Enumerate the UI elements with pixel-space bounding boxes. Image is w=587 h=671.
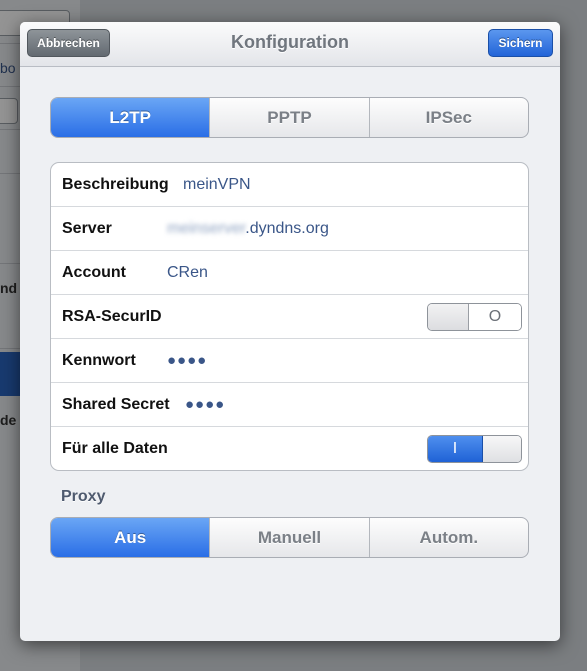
row-label: RSA-SecurID <box>62 308 162 325</box>
row-rsa-securid: RSA-SecurID O <box>51 295 528 339</box>
row-shared-secret[interactable]: Shared Secret ●●●● <box>51 383 528 427</box>
configuration-modal: Abbrechen Konfiguration Sichern L2TP PPT… <box>20 22 560 641</box>
segment-autom[interactable]: Autom. <box>368 518 528 557</box>
switch-knob <box>428 304 469 330</box>
fuer-alle-daten-switch[interactable]: I <box>427 435 522 463</box>
server-domain: .dyndns.org <box>245 220 329 237</box>
segment-ipsec[interactable]: IPSec <box>368 98 528 137</box>
proxy-segmented-control: Aus Manuell Autom. <box>50 517 529 558</box>
beschreibung-field[interactable]: meinVPN <box>183 176 251 194</box>
row-label: Account <box>62 264 126 281</box>
row-server[interactable]: Server meinserver.dyndns.org <box>51 207 528 251</box>
switch-knob <box>483 436 521 462</box>
proxy-section-label: Proxy <box>61 488 106 505</box>
modal-navbar: Abbrechen Konfiguration Sichern <box>20 22 560 67</box>
vpn-type-segmented-control: L2TP PPTP IPSec <box>50 97 529 138</box>
switch-off-glyph: O <box>469 304 521 330</box>
kennwort-field[interactable]: ●●●● <box>167 352 207 369</box>
row-beschreibung[interactable]: Beschreibung meinVPN <box>51 163 528 207</box>
shared-secret-field[interactable]: ●●●● <box>185 396 225 413</box>
row-fuer-alle-daten: Für alle Daten I <box>51 427 528 470</box>
server-field[interactable]: meinserver.dyndns.org <box>167 220 329 238</box>
row-label: Kennwort <box>62 352 136 369</box>
row-kennwort[interactable]: Kennwort ●●●● <box>51 339 528 383</box>
modal-title: Konfiguration <box>231 32 349 52</box>
row-label: Für alle Daten <box>62 440 168 457</box>
segment-manuell[interactable]: Manuell <box>209 518 368 557</box>
switch-on-glyph: I <box>428 436 483 462</box>
segment-aus[interactable]: Aus <box>51 518 210 557</box>
row-account[interactable]: Account CRen <box>51 251 528 295</box>
row-label: Server <box>62 220 112 237</box>
rsa-securid-switch[interactable]: O <box>427 303 522 331</box>
segment-pptp[interactable]: PPTP <box>209 98 368 137</box>
row-label: Shared Secret <box>62 396 170 413</box>
vpn-settings-group: Beschreibung meinVPN Server meinserver.d… <box>50 162 529 471</box>
row-label: Beschreibung <box>62 176 169 193</box>
server-host-redacted: meinserver <box>167 220 246 237</box>
account-field[interactable]: CRen <box>167 264 208 282</box>
save-button[interactable]: Sichern <box>488 29 553 57</box>
segment-l2tp[interactable]: L2TP <box>51 98 210 137</box>
